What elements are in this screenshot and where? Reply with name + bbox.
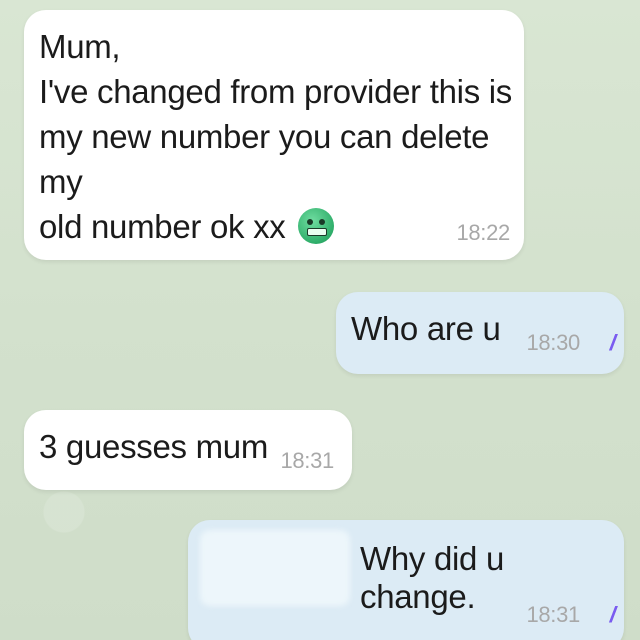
message-text: Who are u [351, 310, 501, 347]
incoming-message-bubble[interactable]: Mum, I've changed from provider this is … [24, 10, 524, 260]
message-timestamp: 18:30 [526, 330, 580, 355]
message-text: 3 guesses mum [39, 428, 269, 465]
outgoing-message-bubble[interactable]: Who are u 18:30 // [336, 292, 624, 374]
message-timestamp: 18:31 [280, 448, 334, 473]
message-text: Mum, I've changed from provider this is … [39, 28, 512, 245]
message-timestamp: 18:31 [526, 602, 580, 627]
message-text: Why did u change. [360, 540, 505, 615]
grimacing-face-icon [298, 208, 335, 244]
message-timestamp: 18:22 [456, 220, 510, 245]
redacted-area [200, 530, 350, 606]
incoming-message-bubble[interactable]: 3 guesses mum 18:31 [24, 410, 352, 490]
outgoing-message-bubble[interactable]: Why did u change. 18:31 // [188, 520, 624, 640]
